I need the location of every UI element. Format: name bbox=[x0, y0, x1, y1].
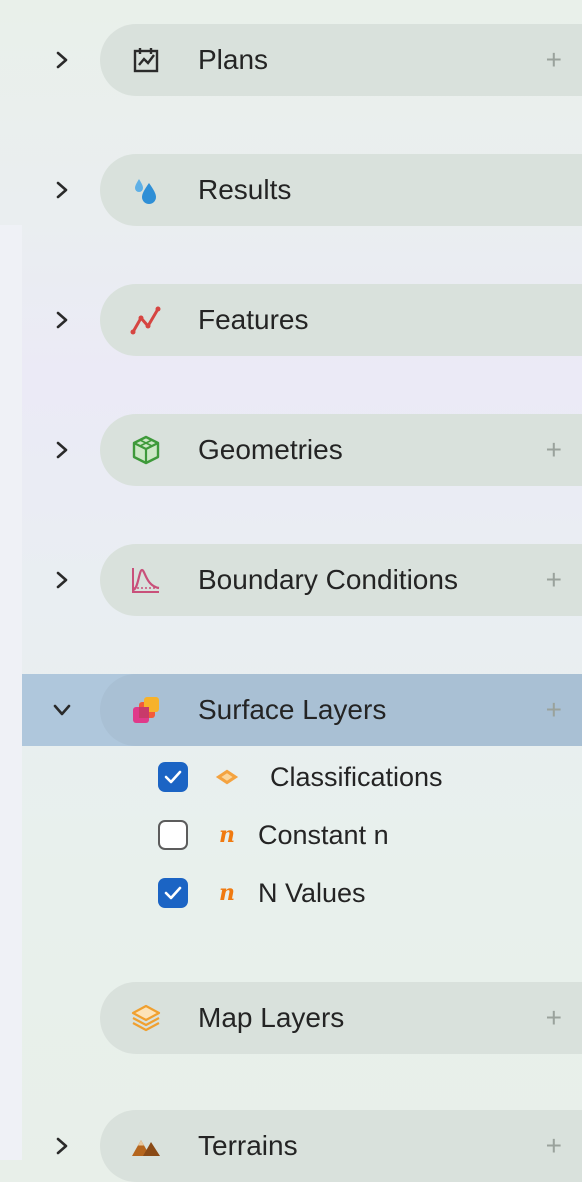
tree-node-features[interactable]: Features bbox=[0, 284, 582, 356]
tree-node-label: Map Layers bbox=[198, 1002, 345, 1033]
n-icon-glyph: n bbox=[219, 880, 235, 906]
checkbox-checked[interactable] bbox=[158, 762, 188, 792]
list-item-classifications[interactable]: Classifications bbox=[158, 752, 578, 806]
tree-node-pill[interactable]: Map Layers + bbox=[100, 982, 582, 1054]
plans-icon bbox=[130, 44, 162, 76]
checkbox-checked[interactable] bbox=[158, 878, 188, 908]
mountains-icon bbox=[130, 1130, 162, 1162]
add-surface-layer-button[interactable]: + bbox=[546, 692, 562, 728]
tree-node-surface-layers[interactable]: Surface Layers + bbox=[0, 674, 582, 746]
stacked-layers-icon bbox=[130, 1002, 162, 1034]
tree-node-plans[interactable]: Plans + bbox=[0, 24, 582, 96]
list-item-label: Classifications bbox=[270, 762, 443, 792]
tree-node-pill[interactable]: Features bbox=[100, 284, 582, 356]
add-boundary-condition-button[interactable]: + bbox=[546, 562, 562, 598]
surface-layers-icon bbox=[130, 694, 162, 726]
chevron-right-icon[interactable] bbox=[50, 568, 74, 592]
hydrograph-icon bbox=[130, 564, 162, 596]
tree-node-pill[interactable]: Plans + bbox=[100, 24, 582, 96]
add-geometry-button[interactable]: + bbox=[546, 432, 562, 468]
chevron-right-icon[interactable] bbox=[50, 308, 74, 332]
add-map-layer-button[interactable]: + bbox=[546, 1000, 562, 1036]
list-item-label: Constant n bbox=[258, 820, 389, 850]
tree-node-pill[interactable]: Surface Layers + bbox=[100, 674, 582, 746]
tree-node-boundary-conditions[interactable]: Boundary Conditions + bbox=[0, 544, 582, 616]
add-terrain-button[interactable]: + bbox=[546, 1128, 562, 1164]
project-tree: Plans + Results Features Geometries + Bo… bbox=[0, 0, 582, 1182]
tree-node-pill[interactable]: Results bbox=[100, 154, 582, 226]
tree-node-pill[interactable]: Boundary Conditions + bbox=[100, 544, 582, 616]
features-line-icon bbox=[130, 304, 162, 336]
list-item-constant-n[interactable]: n Constant n bbox=[158, 810, 578, 864]
water-drops-icon bbox=[130, 174, 162, 206]
list-item-n-values[interactable]: n N Values bbox=[158, 868, 578, 922]
tree-node-results[interactable]: Results bbox=[0, 154, 582, 226]
n-icon: n bbox=[214, 822, 240, 848]
tree-node-label: Boundary Conditions bbox=[198, 564, 458, 595]
chevron-right-icon[interactable] bbox=[50, 178, 74, 202]
tree-node-label: Geometries bbox=[198, 434, 343, 465]
tree-node-geometries[interactable]: Geometries + bbox=[0, 414, 582, 486]
tree-node-label: Results bbox=[198, 174, 292, 205]
n-icon: n bbox=[214, 880, 240, 906]
tree-node-terrains[interactable]: Terrains + bbox=[0, 1110, 582, 1182]
cube-icon bbox=[130, 434, 162, 466]
diamond-layer-icon bbox=[214, 764, 240, 790]
chevron-right-icon[interactable] bbox=[50, 1134, 74, 1158]
tree-node-label: Surface Layers bbox=[198, 694, 387, 725]
list-item-label: N Values bbox=[258, 878, 366, 908]
tree-node-pill[interactable]: Terrains + bbox=[100, 1110, 582, 1182]
n-icon-glyph: n bbox=[219, 822, 235, 848]
chevron-right-icon[interactable] bbox=[50, 438, 74, 462]
chevron-down-icon[interactable] bbox=[50, 698, 74, 722]
tree-node-pill[interactable]: Geometries + bbox=[100, 414, 582, 486]
add-plan-button[interactable]: + bbox=[546, 42, 562, 78]
checkbox-unchecked[interactable] bbox=[158, 820, 188, 850]
tree-node-label: Features bbox=[198, 304, 309, 335]
tree-node-map-layers[interactable]: Map Layers + bbox=[0, 982, 582, 1054]
tree-node-label: Terrains bbox=[198, 1130, 298, 1161]
tree-node-label: Plans bbox=[198, 44, 269, 75]
chevron-right-icon[interactable] bbox=[50, 48, 74, 72]
